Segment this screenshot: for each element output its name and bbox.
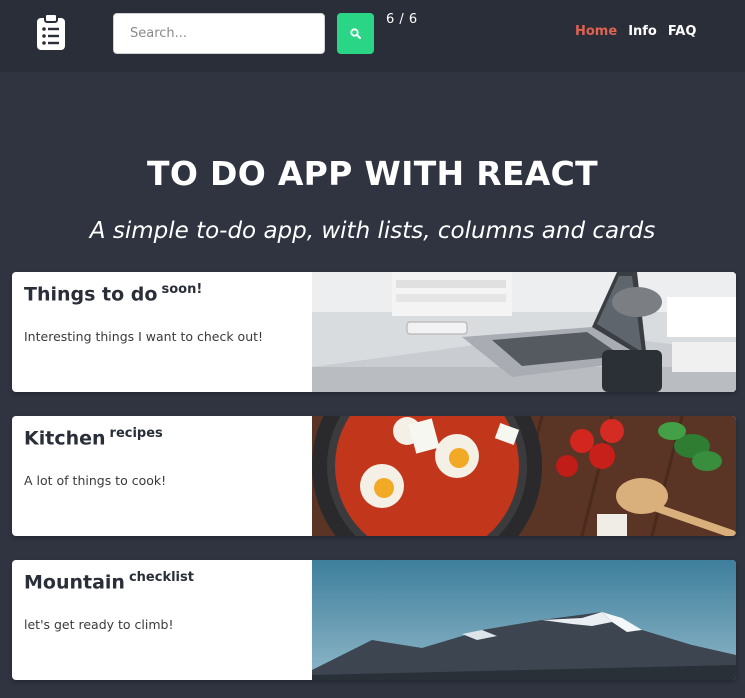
search-icon — [350, 28, 361, 39]
card-title-text: Kitchen — [24, 427, 106, 450]
navbar: 6 / 6 Home Info FAQ — [0, 0, 745, 72]
shakshuka-pan-photo — [312, 416, 736, 536]
card-description: let's get ready to climb! — [24, 617, 174, 632]
card-tag: recipes — [109, 426, 163, 441]
card-description: Interesting things I want to check out! — [24, 329, 264, 344]
card-tag: checklist — [128, 570, 194, 585]
card-title-text: Things to do — [24, 283, 158, 306]
card-tag: soon! — [161, 282, 203, 297]
clipboard-list-icon[interactable] — [36, 14, 66, 51]
search-button[interactable] — [337, 13, 374, 54]
nav-home-link[interactable]: Home — [575, 24, 617, 39]
page-subtitle: A simple to-do app, with lists, columns … — [89, 218, 656, 244]
results-counter: 6 / 6 — [386, 12, 418, 27]
card-text: Things to do soon! Interesting things I w… — [24, 272, 312, 392]
card-things-to-do[interactable]: Things to do soon! Interesting things I w… — [12, 272, 736, 392]
laptop-desk-photo — [312, 272, 736, 392]
card-kitchen[interactable]: Kitchen recipes A lot of things to cook! — [12, 416, 736, 536]
nav-faq-link[interactable]: FAQ — [668, 24, 697, 39]
nav-links: Home Info FAQ — [575, 24, 696, 39]
card-text: Kitchen recipes A lot of things to cook! — [24, 416, 312, 536]
card-text: Mountain checklist let's get ready to cli… — [24, 560, 312, 680]
card-mountain[interactable]: Mountain checklist let's get ready to cli… — [12, 560, 736, 680]
search-input[interactable] — [113, 13, 325, 54]
nav-info-link[interactable]: Info — [628, 24, 657, 39]
page-title: TO DO APP WITH REACT — [147, 154, 598, 193]
card-title: Kitchen recipes — [24, 426, 163, 449]
card-description: A lot of things to cook! — [24, 473, 167, 488]
card-title-text: Mountain — [24, 571, 125, 594]
card-title: Mountain checklist — [24, 570, 194, 593]
snowy-mountain-photo — [312, 560, 736, 680]
card-title: Things to do soon! — [24, 282, 202, 305]
